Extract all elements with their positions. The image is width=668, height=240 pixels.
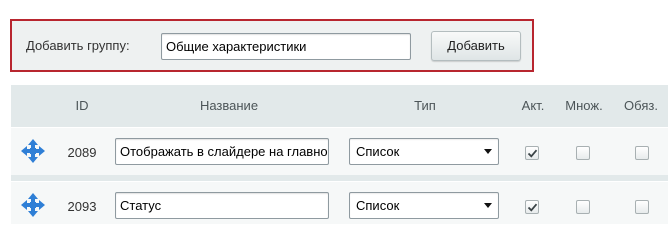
header-id: ID	[75, 98, 89, 113]
required-checkbox[interactable]	[635, 146, 649, 160]
check-icon	[527, 149, 538, 158]
check-icon	[527, 203, 538, 212]
move-icon[interactable]	[20, 192, 46, 218]
row-id: 2093	[67, 199, 97, 214]
move-icon[interactable]	[20, 138, 46, 164]
chevron-down-icon	[484, 203, 492, 208]
add-group-panel: Добавить группу: Общие характеристики До…	[10, 19, 534, 72]
properties-table: ID Название Тип Акт. Множ. Обяз. 2089 От…	[11, 85, 668, 224]
active-checkbox[interactable]	[525, 146, 539, 160]
row-type-select[interactable]: Список	[349, 192, 499, 219]
active-checkbox[interactable]	[525, 200, 539, 214]
add-group-button[interactable]: Добавить	[431, 31, 521, 61]
header-name: Название	[199, 98, 259, 113]
chevron-down-icon	[484, 149, 492, 154]
row-name-input[interactable]: Отображать в слайдере на главной	[115, 138, 329, 165]
row-type-select[interactable]: Список	[349, 138, 499, 165]
table-row: 2089 Отображать в слайдере на главной Сп…	[11, 127, 668, 175]
row-type-value: Список	[356, 198, 400, 213]
table-row: 2093 Статус Список	[11, 181, 668, 224]
add-group-label: Добавить группу:	[26, 38, 130, 53]
row-id: 2089	[67, 145, 97, 160]
header-active: Акт.	[521, 98, 545, 113]
row-name-input[interactable]: Статус	[115, 192, 329, 219]
header-multiple: Множ.	[565, 98, 603, 113]
row-type-value: Список	[356, 144, 400, 159]
group-name-input[interactable]: Общие характеристики	[161, 33, 411, 60]
header-type: Тип	[414, 98, 436, 113]
required-checkbox[interactable]	[635, 200, 649, 214]
multiple-checkbox[interactable]	[576, 146, 590, 160]
header-required: Обяз.	[624, 98, 658, 113]
multiple-checkbox[interactable]	[576, 200, 590, 214]
